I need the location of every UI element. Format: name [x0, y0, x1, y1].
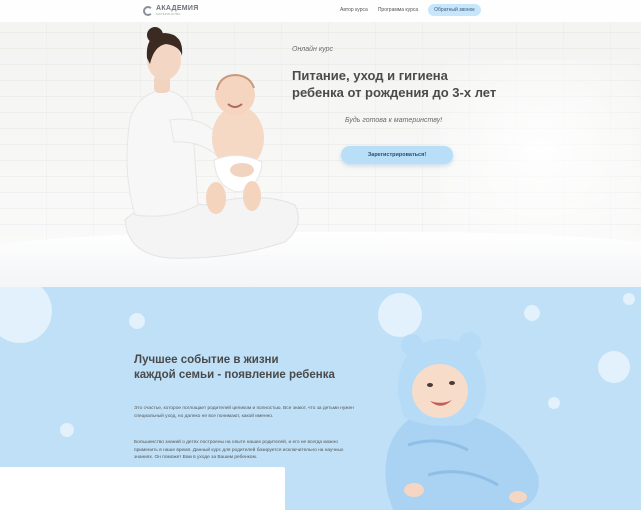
- register-button[interactable]: Зарегистрироваться!: [341, 146, 453, 164]
- top-header: АКАДЕМИЯ МАТЕРИНСТВА Автор курса Програм…: [0, 0, 641, 22]
- mother-with-baby-image: [124, 27, 299, 259]
- hero-title-line2: ребенка от рождения до 3-х лет: [292, 85, 497, 100]
- about-section: Лучшее событие в жизни каждой семьи - по…: [0, 287, 641, 510]
- white-block: [0, 467, 285, 510]
- logo[interactable]: АКАДЕМИЯ МАТЕРИНСТВА: [143, 5, 199, 16]
- hero-title: Питание, уход и гигиена ребенка от рожде…: [292, 67, 522, 101]
- bed-surface: [0, 232, 641, 287]
- logo-subtitle: МАТЕРИНСТВА: [156, 12, 181, 16]
- nav-author-link[interactable]: Автор курса: [340, 7, 368, 13]
- section-paragraph-2: Большинство знаний о детях построены на …: [134, 440, 344, 460]
- logo-icon: [143, 5, 153, 16]
- hero-eyebrow: Онлайн курс: [292, 46, 334, 53]
- bubble-decoration: [623, 293, 635, 305]
- bubble-decoration: [129, 313, 145, 329]
- hero-title-line1: Питание, уход и гигиена: [292, 68, 448, 83]
- section-title-line2: каждой семьи - появление ребенка: [134, 369, 335, 381]
- hero-tagline: Будь готова к материнству!: [345, 117, 443, 124]
- toddler-in-bathrobe-image: [385, 332, 539, 510]
- bubble-decoration: [524, 305, 540, 321]
- bubble-decoration: [598, 351, 630, 383]
- bubble-decoration: [0, 287, 52, 343]
- section-title: Лучшее событие в жизни каждой семьи - по…: [134, 353, 364, 383]
- hero-section: Онлайн курс Питание, уход и гигиена ребе…: [0, 0, 641, 287]
- logo-title: АКАДЕМИЯ: [156, 5, 199, 12]
- section-paragraph-1: Это счастье, которое поглощает родителей…: [134, 406, 354, 419]
- bubble-decoration: [60, 423, 74, 437]
- section-title-line1: Лучшее событие в жизни: [134, 354, 279, 366]
- bubble-decoration: [548, 397, 560, 409]
- hero-copy: Онлайн курс Питание, уход и гигиена ребе…: [292, 46, 522, 101]
- callback-button[interactable]: Обратный звонок: [428, 4, 481, 16]
- main-nav: Автор курса Программа курса Обратный зво…: [340, 4, 481, 16]
- nav-program-link[interactable]: Программа курса: [378, 7, 418, 13]
